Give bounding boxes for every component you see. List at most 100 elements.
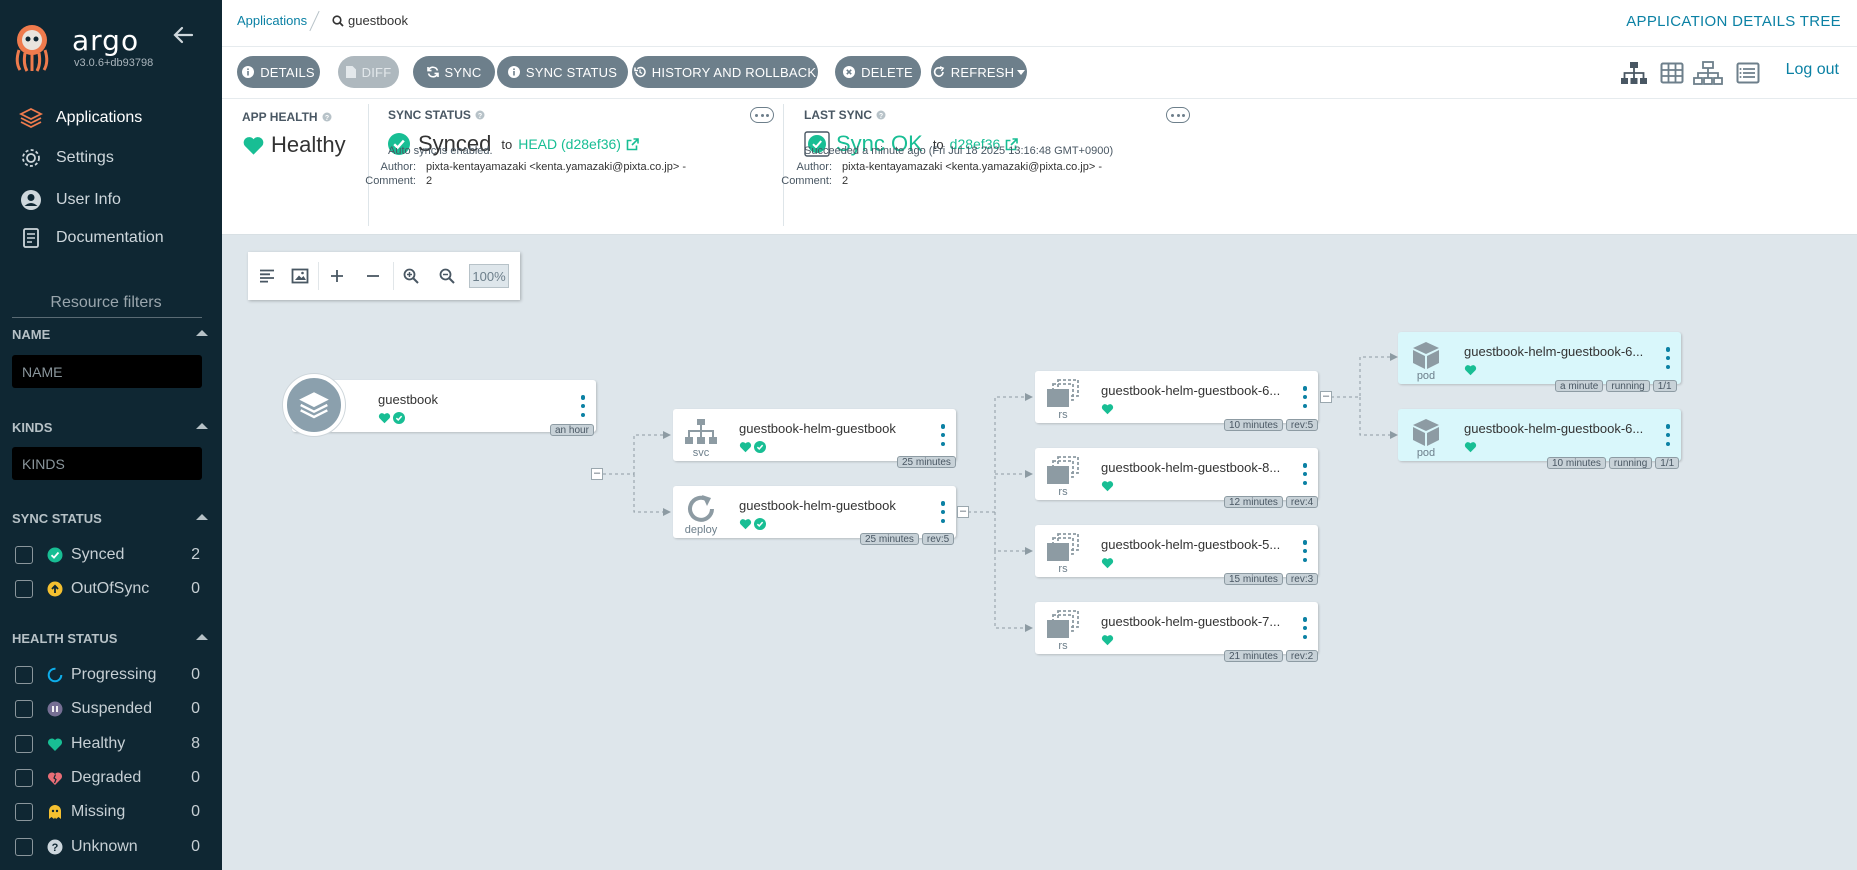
history-rollback-button[interactable]: HISTORY AND ROLLBACK: [632, 56, 818, 88]
collapse-caret-icon[interactable]: [196, 330, 208, 336]
replicaset-node[interactable]: rs guestbook-helm-guestbook-7...: [1035, 602, 1318, 654]
filter-section-name[interactable]: NAME: [12, 327, 208, 343]
node-menu-kebab-icon[interactable]: [1302, 386, 1308, 408]
delete-button[interactable]: DELETE: [835, 56, 921, 88]
author-value: pixta-kentayamazaki <kenta.yamazaki@pixt…: [842, 161, 1103, 173]
refresh-button[interactable]: REFRESH: [931, 56, 1027, 88]
node-menu-kebab-icon[interactable]: [1302, 540, 1308, 562]
nav-user-info[interactable]: User Info: [18, 185, 214, 215]
sync-button[interactable]: SYNC: [413, 56, 495, 88]
filter-section-kinds[interactable]: KINDS: [12, 420, 208, 436]
breadcrumb-current: guestbook: [332, 13, 408, 28]
deploy-node[interactable]: deploy guestbook-helm-guestbook: [673, 486, 956, 538]
collapse-toggle[interactable]: –: [1320, 391, 1332, 403]
tag-revision: rev:4: [1285, 496, 1319, 508]
sync-status-button[interactable]: SYNC STATUS: [497, 56, 628, 88]
tag-age: 10 minutes: [1547, 457, 1606, 469]
checkbox[interactable]: [15, 803, 33, 821]
collapse-toggle[interactable]: –: [591, 468, 603, 480]
checkbox[interactable]: [15, 700, 33, 718]
filter-count: 2: [191, 546, 200, 563]
collapse-caret-icon[interactable]: [196, 514, 208, 520]
svc-node[interactable]: svc guestbook-helm-guestbook: [673, 409, 956, 461]
node-menu-kebab-icon[interactable]: [1665, 347, 1671, 369]
node-menu-kebab-icon[interactable]: [1665, 424, 1671, 446]
collapse-caret-icon[interactable]: [196, 634, 208, 640]
pod-node[interactable]: pod guestbook-helm-guestbook-6...: [1398, 332, 1681, 384]
sync-revision-link[interactable]: HEAD (d28ef36): [518, 136, 639, 152]
checkbox[interactable]: [15, 666, 33, 684]
collapse-caret-icon[interactable]: [196, 423, 208, 429]
filter-synced[interactable]: Synced 2: [15, 544, 200, 566]
filter-heading: NAME: [12, 327, 51, 342]
tree-view-icon[interactable]: [1620, 61, 1648, 85]
last-sync-more-button[interactable]: [1166, 107, 1190, 123]
filter-missing[interactable]: Missing 0: [15, 801, 200, 823]
network-view-icon[interactable]: [1693, 61, 1723, 85]
external-link-icon: [626, 137, 639, 151]
node-status: [1464, 364, 1479, 376]
replicaset-node[interactable]: rs guestbook-helm-guestbook-8...: [1035, 448, 1318, 500]
pod-node[interactable]: pod guestbook-helm-guestbook-6...: [1398, 409, 1681, 461]
heart-icon: [47, 736, 63, 752]
tag-ready: 1/1: [1655, 457, 1680, 469]
filter-unknown[interactable]: ? Unknown 0: [15, 836, 200, 858]
filter-section-sync-status[interactable]: SYNC STATUS: [12, 511, 208, 527]
help-icon[interactable]: ?: [322, 112, 332, 122]
checkbox[interactable]: [15, 838, 33, 856]
nav-documentation[interactable]: Documentation: [18, 223, 214, 253]
top-bar: Applications guestbook APPLICATION DETAI…: [222, 0, 1857, 47]
tag-phase: running: [1606, 380, 1650, 392]
resource-tree-graph: 100% guestbook an hour – svc guestbook-h…: [222, 235, 1857, 870]
filter-suspended[interactable]: Suspended 0: [15, 698, 200, 720]
filter-label: Healthy: [71, 735, 126, 752]
node-menu-kebab-icon[interactable]: [580, 395, 586, 417]
pods-grid-view-icon[interactable]: [1660, 61, 1684, 85]
replicaset-node[interactable]: rs guestbook-helm-guestbook-6...: [1035, 371, 1318, 423]
author-key: Author:: [380, 161, 416, 173]
nav-applications[interactable]: Applications: [18, 103, 214, 133]
node-menu-kebab-icon[interactable]: [1302, 463, 1308, 485]
node-tags: an hour: [547, 424, 594, 436]
node-name: guestbook-helm-guestbook-6...: [1464, 344, 1644, 359]
redo-icon: [933, 66, 945, 78]
replicaset-stack-icon: [1045, 456, 1081, 486]
filter-progressing[interactable]: Progressing 0: [15, 664, 200, 686]
breadcrumb-app-name: guestbook: [348, 13, 408, 28]
kinds-filter-input[interactable]: [12, 447, 202, 480]
sync-status-more-button[interactable]: [750, 107, 774, 123]
details-button[interactable]: DETAILS: [237, 56, 320, 88]
logout-link[interactable]: Log out: [1786, 61, 1839, 79]
filter-count: 0: [191, 666, 200, 683]
help-icon[interactable]: ?: [876, 110, 886, 120]
kind-label: pod: [1416, 447, 1436, 459]
help-icon[interactable]: ?: [475, 110, 485, 120]
nav-label: Settings: [56, 149, 114, 166]
heart-icon: [1101, 403, 1114, 415]
filter-degraded[interactable]: Degraded 0: [15, 767, 200, 789]
collapse-sidebar-arrow-icon[interactable]: [172, 24, 194, 46]
info-icon: [507, 66, 520, 78]
node-menu-kebab-icon[interactable]: [1302, 617, 1308, 639]
breadcrumb-applications[interactable]: Applications: [237, 13, 307, 28]
checkbox[interactable]: [15, 735, 33, 753]
replicaset-node[interactable]: rs guestbook-helm-guestbook-5...: [1035, 525, 1318, 577]
checkbox[interactable]: [15, 769, 33, 787]
node-menu-kebab-icon[interactable]: [940, 424, 946, 446]
diff-button[interactable]: DIFF: [338, 56, 399, 88]
breadcrumb-separator: [309, 10, 320, 32]
name-filter-input[interactable]: [12, 355, 202, 388]
filter-outofsync[interactable]: OutOfSync 0: [15, 578, 200, 600]
svg-text:?: ?: [879, 113, 883, 120]
caret-down-icon[interactable]: [1017, 69, 1026, 75]
collapse-toggle[interactable]: –: [957, 506, 969, 518]
filter-healthy[interactable]: Healthy 8: [15, 733, 200, 755]
node-menu-kebab-icon[interactable]: [940, 501, 946, 523]
nav-settings[interactable]: Settings: [18, 143, 214, 173]
nav-label: Applications: [56, 109, 143, 126]
list-view-icon[interactable]: [1736, 61, 1760, 85]
filter-section-health-status[interactable]: HEALTH STATUS: [12, 631, 208, 647]
checkbox[interactable]: [15, 546, 33, 564]
checkbox[interactable]: [15, 580, 33, 598]
node-name: guestbook: [378, 392, 438, 407]
